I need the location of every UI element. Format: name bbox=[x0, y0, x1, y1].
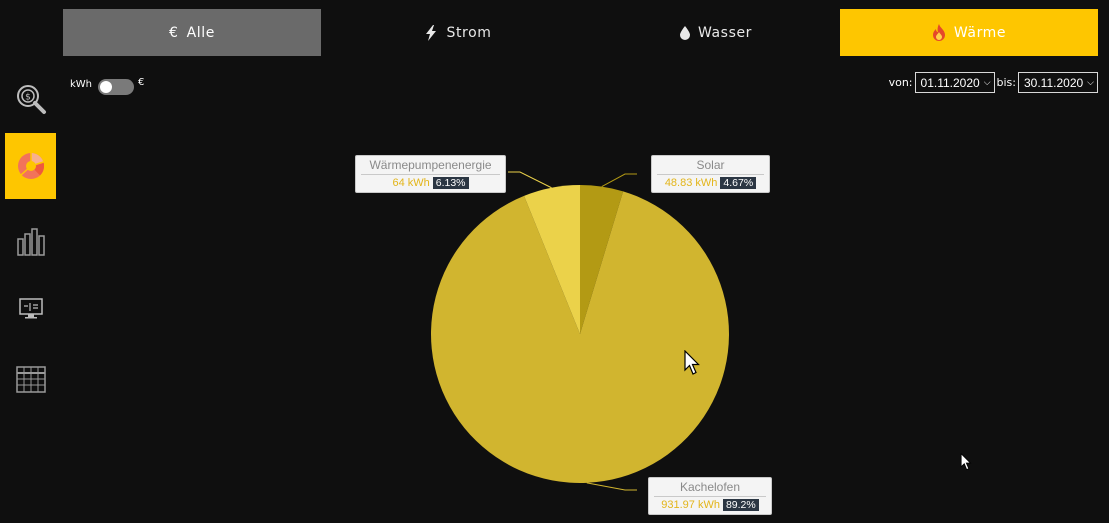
callout-kachelofen-percent: 89.2% bbox=[722, 499, 759, 511]
pie-slice-waermepumpe[interactable] bbox=[524, 185, 580, 334]
date-to-value: 30.11.2020 bbox=[1024, 75, 1084, 90]
callout-waermepumpe-percent: 6.13% bbox=[432, 177, 469, 189]
unit-toggle-euro-label: € bbox=[138, 76, 145, 88]
euro-icon: € bbox=[169, 24, 179, 41]
tab-strom[interactable]: Strom bbox=[329, 9, 587, 56]
tab-waerme-label: Wärme bbox=[953, 24, 1007, 41]
pie-chart-icon bbox=[17, 152, 44, 179]
svg-text:$: $ bbox=[25, 93, 31, 103]
callout-kachelofen-name: Kachelofen bbox=[654, 480, 766, 497]
mouse-cursor-icon bbox=[960, 453, 972, 471]
date-range: von: 01.11.2020 ⌵ bis: 30.11.2020 ⌵ bbox=[887, 72, 1098, 93]
monitor-icon bbox=[18, 298, 43, 319]
magnifier-coin-icon: $ bbox=[16, 85, 46, 114]
bar-chart-icon bbox=[16, 228, 45, 256]
unit-switch-knob bbox=[100, 81, 113, 93]
callout-kachelofen: Kachelofen 931.97 kWh 89.2% bbox=[648, 477, 772, 515]
tab-strom-label: Strom bbox=[446, 24, 492, 41]
connector-waermepumpe bbox=[508, 171, 552, 189]
pie-slice-solar[interactable] bbox=[580, 185, 624, 334]
chevron-down-icon: ⌵ bbox=[983, 77, 991, 87]
date-from-label: von: bbox=[888, 76, 913, 89]
callout-solar-value: 48.83 kWh bbox=[664, 177, 718, 189]
sidebar-item-pie-chart[interactable] bbox=[5, 133, 56, 199]
tab-alle-label: Alle bbox=[186, 24, 215, 41]
unit-switch[interactable] bbox=[98, 79, 135, 95]
date-from-value: 01.11.2020 bbox=[920, 75, 980, 90]
tab-wasser[interactable]: Wasser bbox=[587, 9, 845, 56]
connector-solar bbox=[601, 173, 637, 188]
callout-solar: Solar 48.83 kWh 4.67% bbox=[651, 155, 770, 193]
tab-alle[interactable]: € Alle bbox=[63, 9, 321, 56]
sidebar: $ bbox=[0, 66, 62, 523]
callout-waermepumpe-name: Wärmepumpenenergie bbox=[361, 158, 500, 175]
sidebar-item-monitor[interactable] bbox=[5, 275, 56, 341]
chevron-down-icon: ⌵ bbox=[1087, 77, 1094, 87]
date-to-label: bis: bbox=[996, 76, 1016, 89]
pie-slice-kachelofen[interactable] bbox=[430, 191, 729, 483]
date-to-select[interactable]: 30.11.2020 ⌵ bbox=[1018, 72, 1098, 93]
water-drop-icon bbox=[679, 25, 690, 40]
mouse-cursor-icon bbox=[684, 350, 700, 375]
tab-wasser-label: Wasser bbox=[697, 24, 753, 41]
flame-icon bbox=[932, 24, 945, 41]
table-icon bbox=[15, 366, 46, 393]
sidebar-item-bar-chart[interactable] bbox=[5, 208, 56, 274]
callout-solar-name: Solar bbox=[657, 158, 764, 175]
date-from-select[interactable]: 01.11.2020 ⌵ bbox=[914, 72, 995, 93]
unit-toggle-kwh-label: kWh bbox=[70, 78, 93, 90]
callout-solar-percent: 4.67% bbox=[720, 177, 757, 189]
callout-waermepumpe-value: 64 kWh bbox=[392, 177, 430, 189]
callout-waermepumpe: Wärmepumpenenergie 64 kWh 6.13% bbox=[355, 155, 506, 193]
connector-kachelofen bbox=[586, 482, 637, 491]
sidebar-item-analysis[interactable]: $ bbox=[5, 66, 56, 132]
energy-type-tabs: € Alle Strom Wasser Wärme bbox=[63, 9, 1098, 56]
unit-toggle: kWh € bbox=[70, 73, 144, 95]
tab-waerme[interactable]: Wärme bbox=[840, 9, 1098, 56]
callout-kachelofen-value: 931.97 kWh bbox=[661, 499, 720, 511]
lightning-icon bbox=[426, 24, 437, 41]
sidebar-item-table[interactable] bbox=[5, 347, 56, 413]
